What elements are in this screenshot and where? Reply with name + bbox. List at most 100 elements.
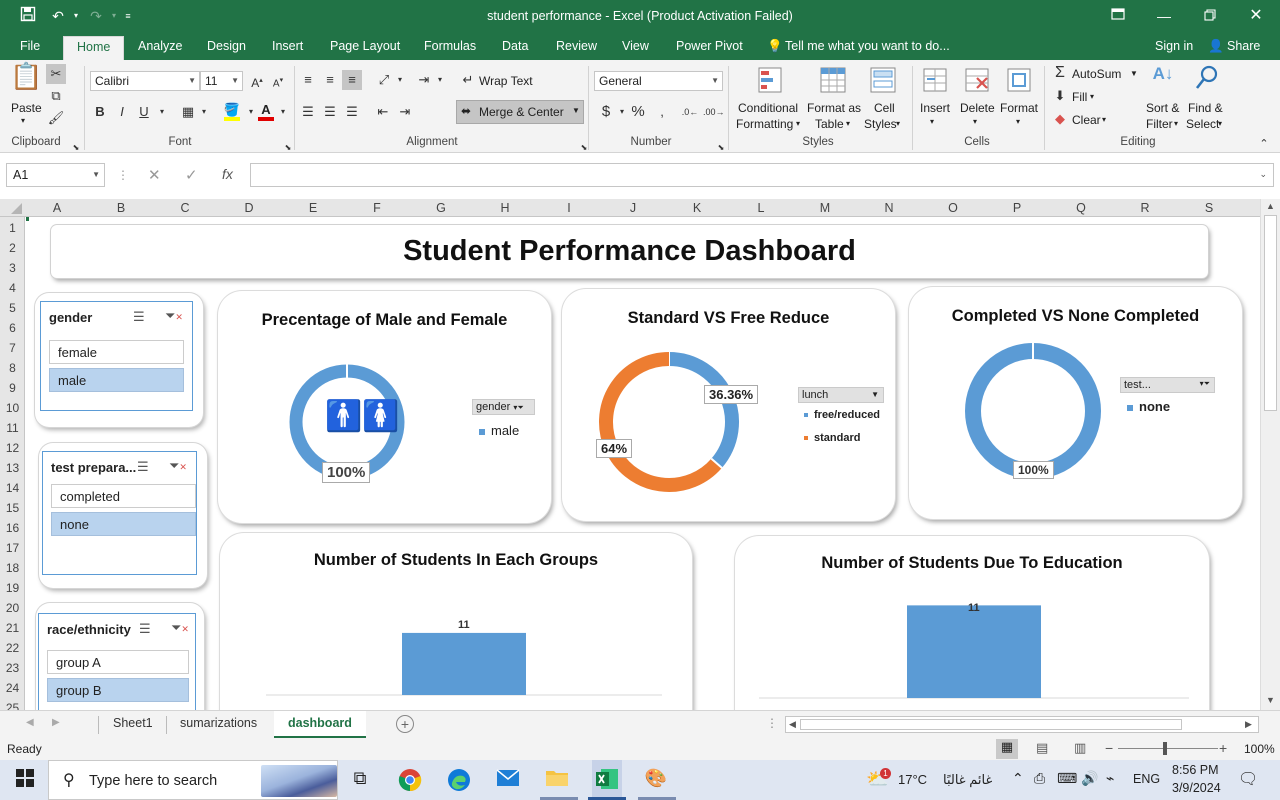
column-header[interactable]: S <box>1177 199 1241 217</box>
cell-styles-label-2[interactable]: Styles <box>864 117 897 131</box>
format-painter-icon[interactable]: 🖌 <box>46 108 66 128</box>
windows-start-icon[interactable] <box>11 768 39 792</box>
orientation-dropdown-icon[interactable]: ▾ <box>390 70 410 90</box>
paste-button[interactable]: Paste <box>11 101 42 115</box>
clear-filter-icon[interactable]: ⏷✕ <box>169 458 187 474</box>
column-header[interactable]: C <box>153 199 217 217</box>
excel-taskbar-icon[interactable] <box>592 760 622 800</box>
sort-filter-label-1[interactable]: Sort & <box>1146 101 1179 115</box>
scroll-up-icon[interactable]: ▲ <box>1266 201 1275 211</box>
find-select-label-2[interactable]: Select <box>1186 117 1219 131</box>
row-header[interactable]: 13 <box>0 461 25 475</box>
fill-icon[interactable]: ⬇ <box>1050 86 1070 106</box>
decrease-font-icon[interactable]: A▾ <box>268 71 288 91</box>
row-header[interactable]: 16 <box>0 521 25 535</box>
tab-page-layout[interactable]: Page Layout <box>330 39 400 53</box>
row-header[interactable]: 18 <box>0 561 25 575</box>
legend-field-button[interactable]: gender ▾⏷ <box>472 399 535 415</box>
select-all-button[interactable] <box>0 199 25 217</box>
bold-button[interactable]: B <box>90 102 110 122</box>
donut-slice-none[interactable] <box>965 343 1101 479</box>
restore-icon[interactable] <box>1200 6 1220 26</box>
worksheet-grid[interactable]: Student Performance Dashboard gender ☰ ⏷… <box>26 217 1258 710</box>
format-as-table-icon[interactable] <box>818 66 848 96</box>
copy-icon[interactable]: ⧉ <box>46 86 66 106</box>
name-box[interactable]: A1 ▼ <box>6 163 105 187</box>
column-header[interactable]: G <box>409 199 473 217</box>
row-header[interactable]: 20 <box>0 601 25 615</box>
row-header[interactable]: 10 <box>0 401 25 415</box>
text-direction-dropdown-icon[interactable]: ▾ <box>430 70 450 90</box>
comma-style-icon[interactable]: , <box>652 102 672 122</box>
align-top-icon[interactable]: ≡ <box>298 70 318 90</box>
sign-in-link[interactable]: Sign in <box>1155 39 1193 53</box>
fill-button[interactable]: Fill <box>1072 90 1087 104</box>
decrease-decimal-icon[interactable]: .00→ <box>703 102 725 122</box>
wrap-text-button[interactable]: Wrap Text <box>479 74 533 88</box>
tell-me-search[interactable]: Tell me what you want to do... <box>785 39 950 53</box>
temperature[interactable]: 17°C <box>898 772 927 787</box>
paste-dropdown-icon[interactable]: ▾ <box>21 116 25 125</box>
tab-review[interactable]: Review <box>556 39 597 53</box>
font-launcher-icon[interactable]: ⬊ <box>278 138 298 158</box>
multi-select-icon[interactable]: ☰ <box>139 621 151 637</box>
increase-decimal-icon[interactable]: .0← <box>680 102 700 122</box>
clear-filter-icon[interactable]: ⏷✕ <box>165 308 183 324</box>
italic-button[interactable]: I <box>112 102 132 122</box>
column-header[interactable]: O <box>921 199 985 217</box>
slicer-item-female[interactable]: female <box>49 340 184 364</box>
test-prep-slicer[interactable]: test prepara... ☰ ⏷✕ completed none <box>42 451 197 575</box>
scroll-left-icon[interactable]: ◀ <box>789 719 796 730</box>
row-header[interactable]: 5 <box>0 301 25 315</box>
row-header[interactable]: 22 <box>0 641 25 655</box>
donut-slice-free-reduced[interactable] <box>668 352 739 468</box>
column-header[interactable]: B <box>89 199 153 217</box>
row-header[interactable]: 7 <box>0 341 25 355</box>
column-header[interactable]: L <box>729 199 793 217</box>
decrease-indent-icon[interactable]: ⇤ <box>373 102 393 122</box>
scroll-right-icon[interactable]: ▶ <box>1245 719 1252 730</box>
task-view-icon[interactable]: ⧉ <box>346 768 374 792</box>
tab-home[interactable]: Home <box>63 36 125 60</box>
tab-insert[interactable]: Insert <box>272 39 303 53</box>
volume-icon[interactable]: 🔊 <box>1081 770 1098 787</box>
row-header[interactable]: 8 <box>0 361 25 375</box>
cell-styles-icon[interactable] <box>868 66 898 96</box>
scroll-down-icon[interactable]: ▼ <box>1266 695 1275 705</box>
legend-field-button[interactable]: test... ▾⏷ <box>1120 377 1215 393</box>
sheet-tab-sumarizations[interactable]: sumarizations <box>166 711 271 738</box>
wrap-text-icon[interactable]: ↵ <box>458 70 478 90</box>
column-header[interactable]: D <box>217 199 281 217</box>
row-header[interactable]: 19 <box>0 581 25 595</box>
align-center-icon[interactable]: ☰ <box>320 102 340 122</box>
tab-data[interactable]: Data <box>502 39 528 53</box>
align-left-icon[interactable]: ☰ <box>298 102 318 122</box>
clock-date[interactable]: 3/9/2024 <box>1172 781 1221 795</box>
mail-icon[interactable] <box>494 768 522 792</box>
align-middle-icon[interactable]: ≡ <box>320 70 340 90</box>
collapse-ribbon-icon[interactable]: ⌃ <box>1254 134 1274 154</box>
sort-filter-icon[interactable]: A↓ <box>1148 64 1178 96</box>
weather-text[interactable]: غائم غالبًا <box>943 772 992 788</box>
format-as-table-label-2[interactable]: Table <box>815 117 844 131</box>
row-header[interactable]: 17 <box>0 541 25 555</box>
column-header[interactable]: E <box>281 199 345 217</box>
race-slicer[interactable]: race/ethnicity ☰ ⏷✕ group A group B <box>38 613 196 710</box>
column-header[interactable]: J <box>601 199 665 217</box>
zoom-out-icon[interactable]: − <box>1105 740 1113 756</box>
next-sheet-icon[interactable]: ▶ <box>52 717 60 728</box>
language-indicator[interactable]: ENG <box>1133 772 1160 786</box>
number-format-combo[interactable]: General ▼ <box>594 71 723 91</box>
autosum-icon[interactable]: Σ <box>1050 63 1070 83</box>
percent-button[interactable]: % <box>628 102 648 122</box>
font-size-combo[interactable]: 11 ▼ <box>200 71 243 91</box>
ribbon-display-icon[interactable] <box>1108 6 1128 26</box>
find-select-label-1[interactable]: Find & <box>1188 101 1223 115</box>
add-sheet-icon[interactable]: + <box>396 715 414 733</box>
multi-select-icon[interactable]: ☰ <box>133 309 145 325</box>
underline-button[interactable]: U <box>134 102 154 122</box>
tab-design[interactable]: Design <box>207 39 246 53</box>
increase-indent-icon[interactable]: ⇥ <box>395 102 415 122</box>
chrome-icon[interactable] <box>396 768 424 792</box>
normal-view-icon[interactable]: ▦ <box>996 739 1018 759</box>
